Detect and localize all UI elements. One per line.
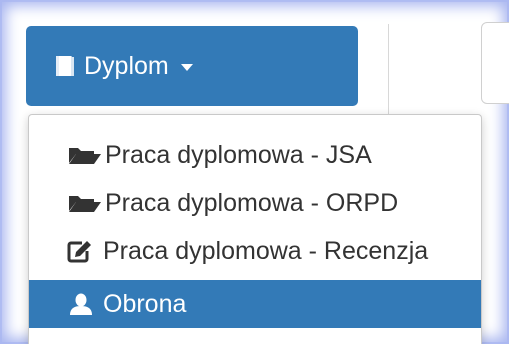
user-icon	[70, 293, 92, 315]
book-icon	[56, 56, 74, 76]
menu-item-label: Praca dyplomowa - JSA	[105, 140, 372, 169]
menu-item-praca-orpd[interactable]: Praca dyplomowa - ORPD	[29, 179, 481, 227]
menu-item-praca-jsa[interactable]: Praca dyplomowa - JSA	[29, 131, 481, 179]
adjacent-nav-button[interactable]	[481, 22, 509, 104]
dyplom-button-label: Dyplom	[84, 51, 169, 80]
menu-item-label: Praca dyplomowa - ORPD	[105, 188, 399, 217]
dropdown-menu: Praca dyplomowa - JSA Praca dyplomowa - …	[28, 114, 482, 344]
folder-open-icon	[69, 196, 101, 212]
menu-item-label: Praca dyplomowa - Recenzja	[103, 236, 429, 265]
folder-open-icon	[69, 148, 101, 164]
caret-down-icon	[180, 64, 193, 71]
menu-item-label: Obrona	[103, 289, 187, 318]
dyplom-dropdown-button[interactable]: Dyplom	[26, 26, 358, 106]
menu-item-obrona[interactable]: Obrona	[29, 280, 481, 328]
edit-icon	[67, 241, 91, 263]
menu-item-praca-recenzja[interactable]: Praca dyplomowa - Recenzja	[29, 227, 481, 275]
